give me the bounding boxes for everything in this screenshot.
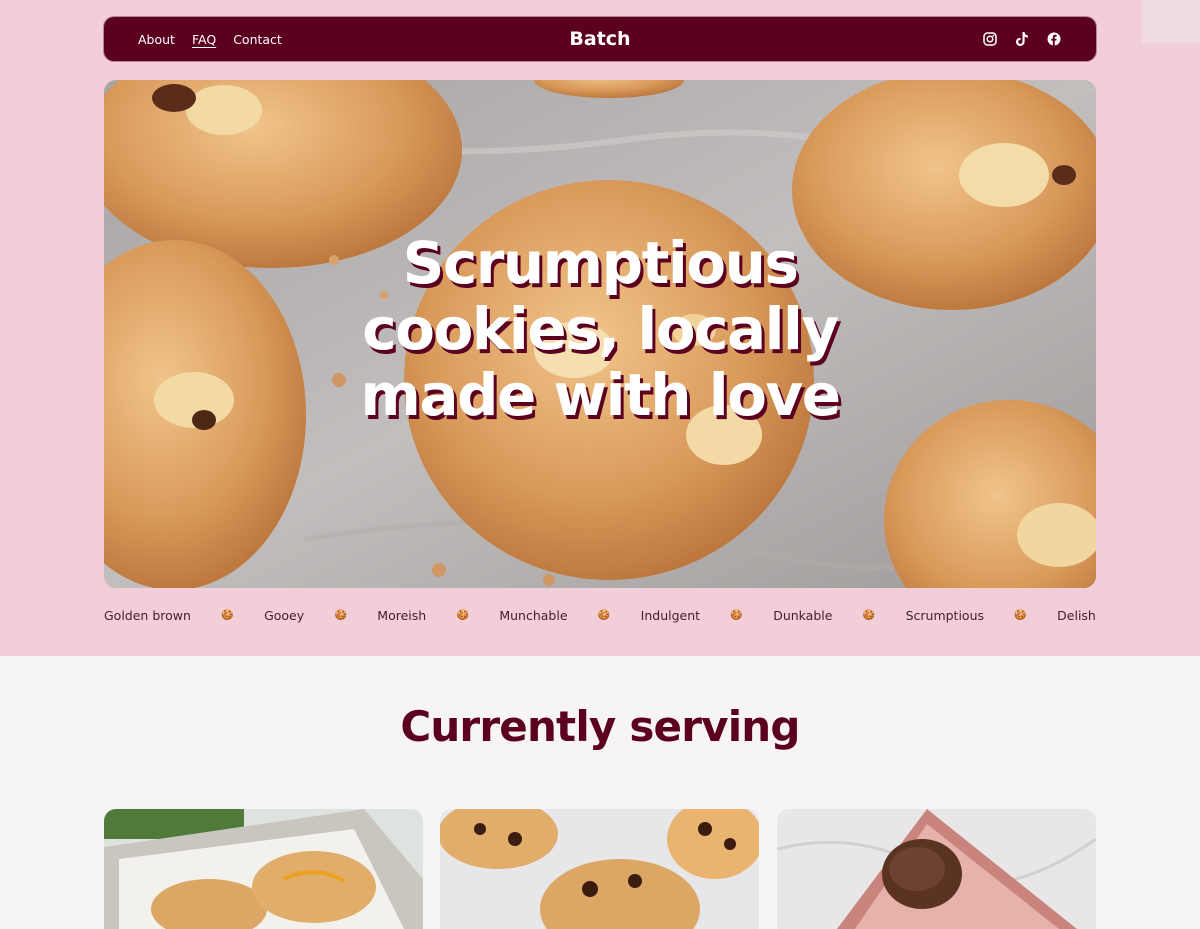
cookie-icon: 🍪 xyxy=(730,609,743,621)
navbar: About FAQ Contact Batch xyxy=(104,17,1096,61)
chocolate-chip-cookies-photo xyxy=(440,809,759,929)
product-card-image[interactable] xyxy=(777,809,1096,929)
product-card-image[interactable] xyxy=(104,809,423,929)
facebook-icon[interactable] xyxy=(1046,31,1062,47)
cookie-icon: 🍪 xyxy=(1014,609,1027,621)
ticker-word: Munchable xyxy=(499,607,568,623)
section-title: Currently serving xyxy=(400,702,800,751)
cookie-icon: 🍪 xyxy=(456,609,469,621)
cookie-icon: 🍪 xyxy=(334,609,347,621)
hero-banner: Scrumptious cookies, locally made with l… xyxy=(104,80,1096,588)
ticker-word: Delish xyxy=(1057,607,1096,623)
ticker-word: Moreish xyxy=(377,607,427,623)
hero-title-line-2: cookies, locally xyxy=(362,295,839,363)
nav-link-faq[interactable]: FAQ xyxy=(192,32,216,47)
nav-links: About FAQ Contact xyxy=(138,17,299,61)
ticker-marquee: Golden brown 🍪 Gooey 🍪 Moreish 🍪 Munchab… xyxy=(104,606,1096,624)
instagram-icon[interactable] xyxy=(982,31,998,47)
cookie-tray-photo xyxy=(777,809,1096,929)
product-card-image[interactable] xyxy=(440,809,759,929)
ticker-word: Indulgent xyxy=(640,607,701,623)
hero-title-line-3: made with love xyxy=(360,361,841,429)
social-links xyxy=(966,17,1062,61)
cookie-icon: 🍪 xyxy=(597,609,611,621)
nav-link-contact[interactable]: Contact xyxy=(233,32,282,47)
cookie-box-photo xyxy=(104,809,423,929)
cookie-icon: 🍪 xyxy=(221,609,234,621)
nav-link-about[interactable]: About xyxy=(138,32,175,47)
ticker-word: Golden brown xyxy=(104,607,191,623)
ticker-word: Gooey xyxy=(264,607,305,623)
brand-logo[interactable]: Batch xyxy=(569,28,630,50)
tiktok-icon[interactable] xyxy=(1014,31,1030,47)
hero-title: Scrumptious cookies, locally made with l… xyxy=(104,230,1096,428)
corner-widget xyxy=(1142,0,1200,43)
ticker-word: Dunkable xyxy=(773,607,833,623)
cookie-icon: 🍪 xyxy=(862,609,876,621)
ticker-word: Scrumptious xyxy=(905,607,985,623)
hero-title-line-1: Scrumptious xyxy=(402,229,799,297)
